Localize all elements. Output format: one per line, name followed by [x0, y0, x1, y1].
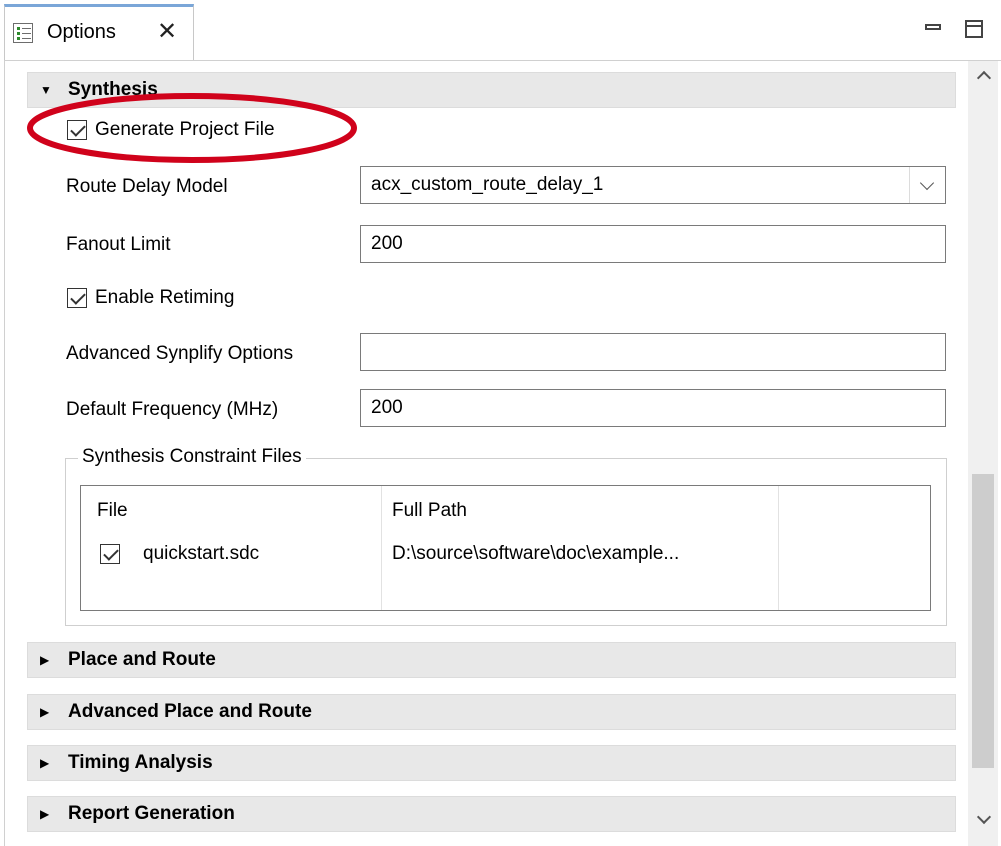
- maximize-icon[interactable]: [965, 20, 983, 38]
- tab-options[interactable]: Options ✕: [4, 4, 194, 61]
- generate-project-file-label: Generate Project File: [95, 119, 275, 140]
- section-place-and-route-header[interactable]: ▶ Place and Route: [27, 642, 956, 678]
- column-header-file[interactable]: File: [97, 500, 128, 522]
- scroll-down-icon[interactable]: [976, 812, 992, 828]
- close-icon[interactable]: ✕: [157, 17, 177, 47]
- triangle-right-icon: ▶: [40, 807, 50, 821]
- fanout-limit-input[interactable]: 200: [360, 225, 946, 263]
- section-advanced-place-and-route-label: Advanced Place and Route: [68, 701, 312, 722]
- section-report-generation-label: Report Generation: [68, 803, 235, 824]
- column-separator: [778, 486, 779, 610]
- constraint-files-group-title: Synthesis Constraint Files: [78, 446, 306, 468]
- default-frequency-input[interactable]: 200: [360, 389, 946, 427]
- advanced-synplify-options-label: Advanced Synplify Options: [66, 343, 294, 364]
- section-timing-analysis-label: Timing Analysis: [68, 752, 213, 773]
- route-delay-model-value: acx_custom_route_delay_1: [371, 174, 604, 195]
- triangle-right-icon: ▶: [40, 705, 50, 719]
- triangle-right-icon: ▶: [40, 756, 50, 770]
- section-place-and-route-label: Place and Route: [68, 649, 216, 670]
- enable-retiming-label: Enable Retiming: [95, 287, 235, 308]
- route-delay-model-label: Route Delay Model: [66, 176, 228, 197]
- scroll-up-icon[interactable]: [976, 68, 992, 84]
- column-header-full-path[interactable]: Full Path: [392, 500, 467, 522]
- route-delay-model-select[interactable]: acx_custom_route_delay_1: [360, 166, 946, 204]
- column-separator: [381, 486, 382, 610]
- advanced-synplify-options-input[interactable]: [360, 333, 946, 371]
- constraint-file-checkbox[interactable]: [100, 544, 120, 564]
- options-list-icon: [13, 23, 33, 43]
- constraint-file-full-path: D:\source\software\doc\example...: [392, 543, 680, 564]
- minimize-icon[interactable]: [925, 24, 941, 30]
- constraint-file-name: quickstart.sdc: [143, 543, 260, 564]
- chevron-down-icon[interactable]: [909, 167, 945, 203]
- default-frequency-label: Default Frequency (MHz): [66, 399, 279, 420]
- enable-retiming-checkbox[interactable]: [67, 288, 87, 308]
- triangle-down-icon: ▼: [40, 83, 52, 97]
- section-report-generation-header[interactable]: ▶ Report Generation: [27, 796, 956, 832]
- scrollbar-thumb[interactable]: [972, 474, 994, 768]
- section-advanced-place-and-route-header[interactable]: ▶ Advanced Place and Route: [27, 694, 956, 730]
- triangle-right-icon: ▶: [40, 653, 50, 667]
- section-timing-analysis-header[interactable]: ▶ Timing Analysis: [27, 745, 956, 781]
- generate-project-file-checkbox[interactable]: [67, 120, 87, 140]
- constraint-files-table[interactable]: File Full Path quickstart.sdc D:\source\…: [80, 485, 931, 611]
- section-synthesis-label: Synthesis: [68, 79, 158, 100]
- section-synthesis-header[interactable]: ▼ Synthesis: [27, 72, 956, 108]
- tab-label: Options: [47, 21, 116, 43]
- fanout-limit-label: Fanout Limit: [66, 234, 171, 255]
